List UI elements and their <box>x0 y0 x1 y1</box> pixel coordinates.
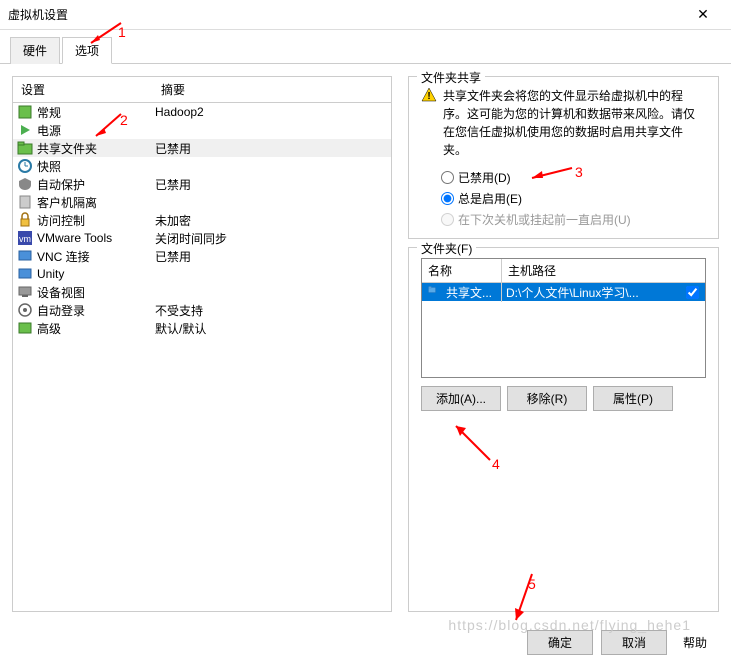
row-summary: 关闭时间同步 <box>155 230 387 247</box>
setting-row-8[interactable]: VNC 连接已禁用 <box>13 247 391 265</box>
row-label: 自动保护 <box>37 176 155 193</box>
folder-icon <box>424 285 440 299</box>
folder-listbox[interactable]: 名称 主机路径 共享文... D:\个人文件\Linux学习\... <box>421 258 706 378</box>
folder-buttons: 添加(A)... 移除(R) 属性(P) <box>421 386 706 411</box>
svg-text:vm: vm <box>19 234 31 244</box>
row-icon <box>17 248 33 264</box>
folder-col-name[interactable]: 名称 <box>422 259 502 282</box>
setting-row-0[interactable]: 常规Hadoop2 <box>13 103 391 121</box>
row-icon <box>17 266 33 282</box>
row-icon <box>17 302 33 318</box>
row-icon <box>17 194 33 210</box>
row-label: 快照 <box>37 158 155 175</box>
setting-row-4[interactable]: 自动保护已禁用 <box>13 175 391 193</box>
setting-row-1[interactable]: 电源 <box>13 121 391 139</box>
row-icon <box>17 122 33 138</box>
row-label: VMware Tools <box>37 231 155 245</box>
row-summary: 不受支持 <box>155 302 387 319</box>
folders-group: 文件夹(F) 名称 主机路径 共享文... D:\个人文件\Linux学习\..… <box>408 247 719 612</box>
tab-options[interactable]: 选项 <box>62 37 112 64</box>
setting-row-6[interactable]: 访问控制未加密 <box>13 211 391 229</box>
props-button[interactable]: 属性(P) <box>593 386 673 411</box>
dialog-buttons: 确定 取消 帮助 <box>527 630 715 655</box>
ok-button[interactable]: 确定 <box>527 630 593 655</box>
setting-row-2[interactable]: 共享文件夹已禁用 <box>13 139 391 157</box>
row-summary: Hadoop2 <box>155 105 387 119</box>
share-warning-text: 共享文件夹会将您的文件显示给虚拟机中的程序。这可能为您的计算机和数据带来风险。请… <box>443 87 706 159</box>
row-label: 常规 <box>37 104 155 121</box>
folder-header: 名称 主机路径 <box>422 259 705 283</box>
row-icon <box>17 320 33 336</box>
share-radios: 已禁用(D) 总是启用(E) 在下次关机或挂起前一直启用(U) <box>441 169 706 228</box>
row-label: 客户机隔离 <box>37 194 155 211</box>
svg-text:!: ! <box>427 91 430 102</box>
content-area: 设置 摘要 常规Hadoop2电源共享文件夹已禁用快照自动保护已禁用客户机隔离访… <box>0 64 731 624</box>
tab-hardware[interactable]: 硬件 <box>10 37 60 64</box>
folder-row-name: 共享文... <box>442 283 502 302</box>
right-panel: 文件夹共享 ! 共享文件夹会将您的文件显示给虚拟机中的程序。这可能为您的计算机和… <box>408 76 719 612</box>
share-group-title: 文件夹共享 <box>417 69 485 86</box>
radio-until-off: 在下次关机或挂起前一直启用(U) <box>441 211 706 228</box>
row-icon <box>17 176 33 192</box>
setting-row-12[interactable]: 高级默认/默认 <box>13 319 391 337</box>
cancel-button[interactable]: 取消 <box>601 630 667 655</box>
folder-row-checkbox[interactable] <box>686 286 699 299</box>
radio-disabled[interactable]: 已禁用(D) <box>441 169 706 186</box>
window-title: 虚拟机设置 <box>8 6 683 23</box>
row-label: 高级 <box>37 320 155 337</box>
setting-row-11[interactable]: 自动登录不受支持 <box>13 301 391 319</box>
row-label: 电源 <box>37 122 155 139</box>
row-summary: 已禁用 <box>155 140 387 157</box>
row-icon <box>17 212 33 228</box>
help-link[interactable]: 帮助 <box>675 631 715 654</box>
row-summary: 默认/默认 <box>155 320 387 337</box>
setting-row-10[interactable]: 设备视图 <box>13 283 391 301</box>
folders-group-title: 文件夹(F) <box>417 240 476 257</box>
row-icon <box>17 158 33 174</box>
add-button[interactable]: 添加(A)... <box>421 386 501 411</box>
folder-row[interactable]: 共享文... D:\个人文件\Linux学习\... <box>422 283 705 301</box>
setting-row-3[interactable]: 快照 <box>13 157 391 175</box>
folder-col-path[interactable]: 主机路径 <box>502 259 705 282</box>
share-group: 文件夹共享 ! 共享文件夹会将您的文件显示给虚拟机中的程序。这可能为您的计算机和… <box>408 76 719 239</box>
row-icon <box>17 140 33 156</box>
row-summary: 未加密 <box>155 212 387 229</box>
tab-bar: 硬件 选项 <box>0 30 731 64</box>
row-label: 共享文件夹 <box>37 140 155 157</box>
titlebar: 虚拟机设置 ✕ <box>0 0 731 30</box>
row-label: 设备视图 <box>37 284 155 301</box>
row-label: Unity <box>37 267 155 281</box>
setting-row-5[interactable]: 客户机隔离 <box>13 193 391 211</box>
settings-list: 设置 摘要 常规Hadoop2电源共享文件夹已禁用快照自动保护已禁用客户机隔离访… <box>12 76 392 612</box>
row-icon: vm <box>17 230 33 246</box>
col-setting-header: 设置 <box>13 77 153 102</box>
row-summary: 已禁用 <box>155 248 387 265</box>
settings-header: 设置 摘要 <box>13 77 391 103</box>
row-label: VNC 连接 <box>37 248 155 265</box>
share-warning: ! 共享文件夹会将您的文件显示给虚拟机中的程序。这可能为您的计算机和数据带来风险… <box>421 87 706 159</box>
setting-row-7[interactable]: vm VMware Tools关闭时间同步 <box>13 229 391 247</box>
row-label: 访问控制 <box>37 212 155 229</box>
warning-icon: ! <box>421 87 437 103</box>
col-summary-header: 摘要 <box>153 77 391 102</box>
remove-button[interactable]: 移除(R) <box>507 386 587 411</box>
row-icon <box>17 104 33 120</box>
radio-always[interactable]: 总是启用(E) <box>441 190 706 207</box>
row-icon <box>17 284 33 300</box>
row-summary: 已禁用 <box>155 176 387 193</box>
close-icon[interactable]: ✕ <box>683 6 723 23</box>
folder-row-path: D:\个人文件\Linux学习\... <box>502 283 686 302</box>
row-label: 自动登录 <box>37 302 155 319</box>
setting-row-9[interactable]: Unity <box>13 265 391 283</box>
